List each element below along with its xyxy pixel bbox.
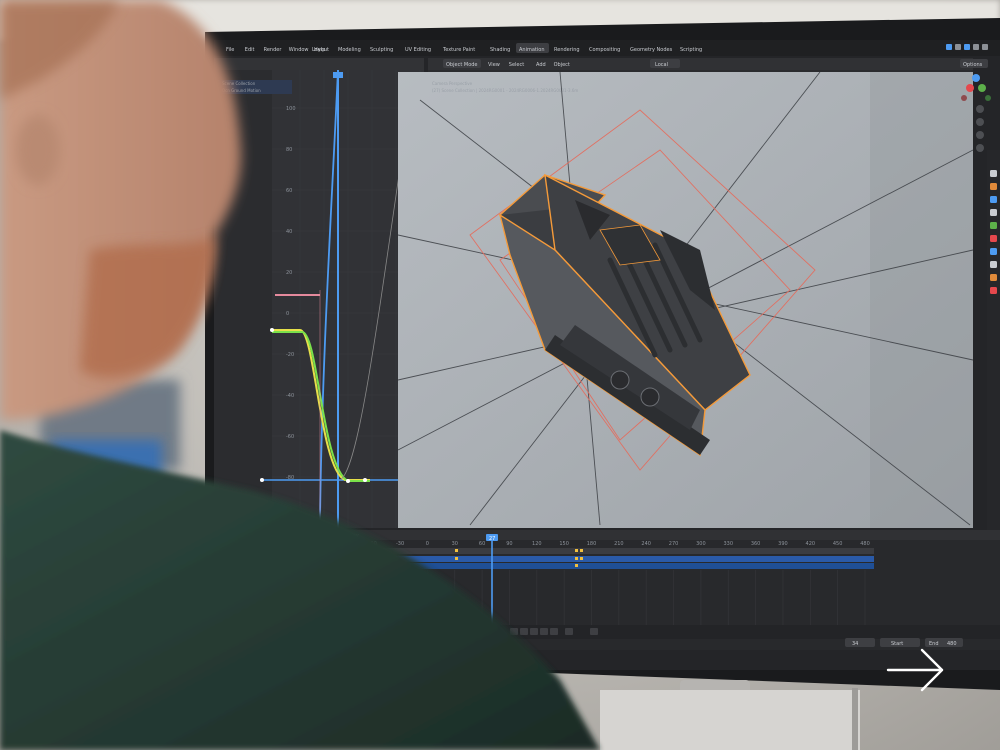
properties-tab-icon[interactable]: [990, 196, 997, 203]
graph-y-tick: 40: [286, 229, 292, 235]
menu-item-file[interactable]: File: [226, 47, 234, 53]
tab-texture-paint[interactable]: Texture Paint: [442, 47, 475, 53]
svg-text:Options: Options: [963, 62, 983, 68]
properties-tab-icon[interactable]: [990, 261, 997, 268]
timeline-tick: 240: [641, 541, 651, 547]
current-frame-field[interactable]: [845, 638, 875, 647]
tab-scripting[interactable]: Scripting: [680, 47, 702, 53]
timeline-tick: -30: [396, 541, 404, 547]
properties-tab-icon[interactable]: [990, 222, 997, 229]
properties-tab-icon[interactable]: [990, 209, 997, 216]
graph-y-tick: 80: [286, 147, 292, 153]
viewport-menu-view[interactable]: View: [488, 62, 500, 68]
tab-animation[interactable]: Animation: [519, 47, 545, 53]
timeline-tick: 480: [860, 541, 870, 547]
timeline-tick: 360: [751, 541, 761, 547]
graph-y-tick: 0: [286, 311, 289, 317]
timeline-tick: 0: [426, 541, 429, 547]
graph-y-tick: -20: [286, 352, 294, 358]
timeline-tick: 60: [479, 541, 485, 547]
tab-layout[interactable]: Layout: [312, 47, 329, 53]
next-arrow-icon[interactable]: [884, 642, 948, 698]
timeline-tick: 210: [614, 541, 624, 547]
svg-text:Camera Perspective: Camera Perspective: [432, 81, 473, 86]
graph-y-tick: 100: [286, 106, 296, 112]
graph-y-tick: 60: [286, 188, 292, 194]
photo-scene: File Edit Render Window Help Layout Modeling S…: [0, 0, 1000, 750]
timeline-tick: 300: [696, 541, 706, 547]
timeline-tick: 330: [723, 541, 733, 547]
menu-item-window[interactable]: Window: [289, 47, 309, 53]
menu-item-render[interactable]: Render: [264, 47, 283, 53]
timeline-tick: 420: [806, 541, 816, 547]
timeline-tick: 450: [833, 541, 843, 547]
svg-text:Local: Local: [655, 62, 668, 68]
tab-sculpting[interactable]: Sculpting: [370, 47, 393, 53]
tab-compositing[interactable]: Compositing: [589, 47, 620, 53]
properties-tab-icon[interactable]: [990, 235, 997, 242]
tab-geometry-nodes[interactable]: Geometry Nodes: [630, 47, 673, 53]
tab-rendering[interactable]: Rendering: [554, 47, 580, 53]
tab-uv-editing[interactable]: UV Editing: [405, 47, 431, 53]
graph-y-tick: -40: [286, 393, 294, 399]
timeline-tick: 90: [506, 541, 512, 547]
properties-tab-icon[interactable]: [990, 248, 997, 255]
viewport-menu-object[interactable]: Object: [554, 62, 570, 68]
properties-tab-icon[interactable]: [990, 170, 997, 177]
tab-modeling[interactable]: Modeling: [338, 47, 361, 53]
menu-item-edit[interactable]: Edit: [245, 47, 255, 53]
timeline-tick: 120: [532, 541, 542, 547]
timeline-tick: 390: [778, 541, 788, 547]
svg-text:34: 34: [852, 641, 858, 647]
properties-tab-icon[interactable]: [990, 274, 997, 281]
svg-text:(27) Scene Collection | 2024RG: (27) Scene Collection | 2024RG0001 - 202…: [432, 88, 578, 93]
graph-y-tick: 20: [286, 270, 292, 276]
viewport-menu-add[interactable]: Add: [536, 62, 546, 68]
timeline-tick: 270: [669, 541, 679, 547]
current-frame: 27: [489, 536, 495, 542]
tab-shading[interactable]: Shading: [490, 47, 510, 53]
timeline-tick: 180: [587, 541, 597, 547]
properties-tab-icon[interactable]: [990, 287, 997, 294]
mode-label: Object Mode: [446, 62, 478, 68]
properties-tab-icon[interactable]: [990, 183, 997, 190]
viewport-menu-select[interactable]: Select: [509, 62, 524, 68]
timeline-tick: 30: [452, 541, 458, 547]
timeline-tick: 150: [559, 541, 569, 547]
graph-y-tick: -60: [286, 434, 294, 440]
svg-text:480: 480: [947, 641, 957, 647]
